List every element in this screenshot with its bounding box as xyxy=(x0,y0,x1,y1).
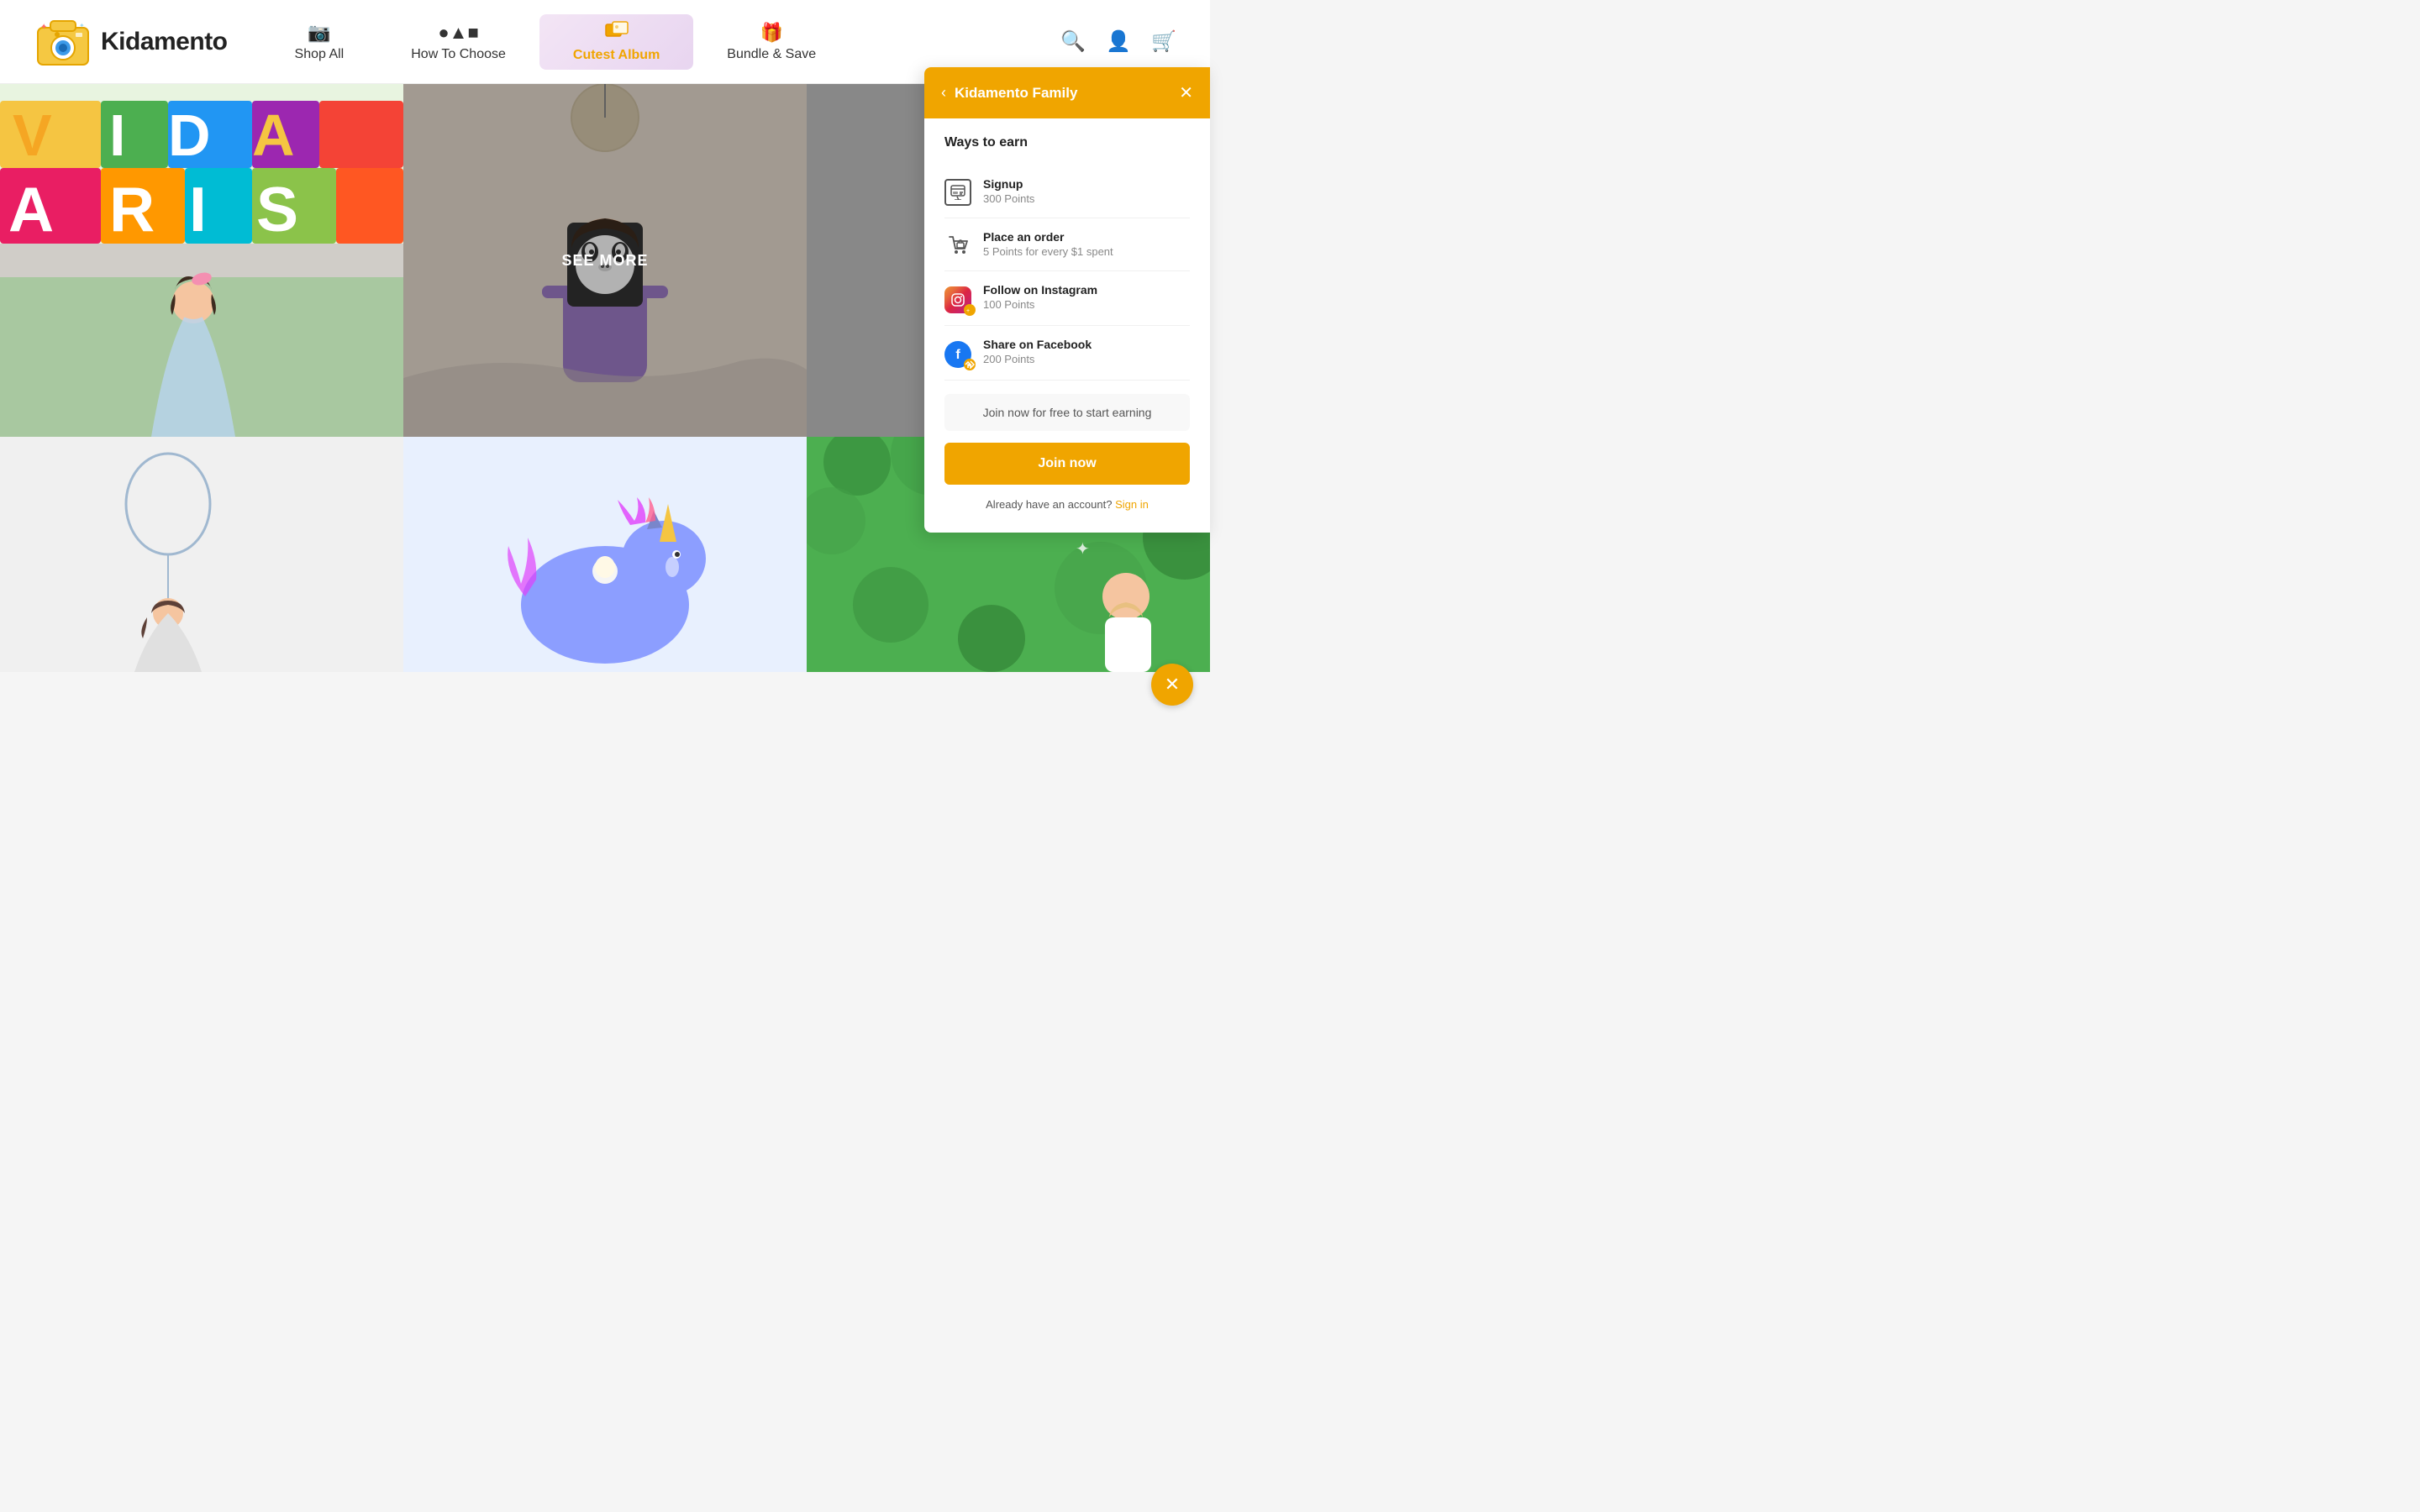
earn-points-order: 5 Points for every $1 spent xyxy=(983,245,1113,258)
see-more-overlay[interactable]: SEE MORE xyxy=(403,84,807,437)
svg-text:✦: ✦ xyxy=(40,23,47,32)
panel-close-icon[interactable]: ✕ xyxy=(1179,82,1193,103)
logo-icon: ✦ ✦ xyxy=(34,13,92,71)
join-promo-box: Join now for free to start earning xyxy=(944,394,1190,431)
nav-label-cutest-album: Cutest Album xyxy=(573,48,660,63)
ways-to-earn-title: Ways to earn xyxy=(944,135,1190,150)
panel-body: Ways to earn Signup 300 Points xyxy=(924,118,1210,533)
earn-item-instagram: + Follow on Instagram 100 Points xyxy=(944,271,1190,326)
panel-back-icon[interactable]: ‹ xyxy=(941,84,946,102)
panel-header-left: ‹ Kidamento Family xyxy=(941,84,1077,102)
photo-cell-1[interactable]: V I D A A R I S xyxy=(0,84,403,437)
search-icon[interactable]: 🔍 xyxy=(1060,29,1086,54)
cart-icon[interactable]: 🛒 xyxy=(1151,29,1176,54)
nav-label-how-to-choose: How To Choose xyxy=(411,47,506,62)
user-icon[interactable]: 👤 xyxy=(1106,29,1131,54)
earn-text-facebook: Share on Facebook 200 Points xyxy=(983,338,1092,365)
nav-item-how-to-choose[interactable]: ●▲■ How To Choose xyxy=(377,22,539,62)
earn-text-order: Place an order 5 Points for every $1 spe… xyxy=(983,230,1113,258)
photo-cell-4[interactable] xyxy=(0,437,403,672)
earn-text-signup: Signup 300 Points xyxy=(983,177,1034,205)
earn-item-facebook: f Share on Facebook 200 Points xyxy=(944,326,1190,381)
nav-item-cutest-album[interactable]: Cutest Album xyxy=(539,14,693,70)
svg-text:R: R xyxy=(109,174,155,244)
nav-links: 📷 Shop All ●▲■ How To Choose Cutest Albu… xyxy=(261,14,1061,70)
see-more-text: SEE MORE xyxy=(561,252,648,270)
earn-label-facebook: Share on Facebook xyxy=(983,338,1092,351)
signup-icon xyxy=(944,179,971,206)
album-nav-icon xyxy=(605,21,629,45)
svg-text:I: I xyxy=(189,174,207,244)
gift-nav-icon: 🎁 xyxy=(760,22,783,44)
svg-text:I: I xyxy=(109,102,125,168)
order-icon xyxy=(944,232,971,259)
already-account-text: Already have an account? Sign in xyxy=(944,498,1190,516)
nav-item-shop-all[interactable]: 📷 Shop All xyxy=(261,22,378,62)
svg-text:D: D xyxy=(168,102,211,168)
photo-cell-2[interactable]: SEE MORE xyxy=(403,84,807,437)
nav-label-shop-all: Shop All xyxy=(295,47,345,62)
camera-nav-icon: 📷 xyxy=(308,22,330,44)
svg-text:A: A xyxy=(252,102,295,168)
earn-text-instagram: Follow on Instagram 100 Points xyxy=(983,283,1097,311)
earn-item-signup: Signup 300 Points xyxy=(944,165,1190,218)
svg-text:A: A xyxy=(8,174,54,244)
sign-in-link[interactable]: Sign in xyxy=(1115,498,1149,511)
svg-text:✦: ✦ xyxy=(79,22,85,29)
logo-text: Kidamento xyxy=(101,28,228,56)
nav-item-bundle-save[interactable]: 🎁 Bundle & Save xyxy=(693,22,850,62)
earn-label-instagram: Follow on Instagram xyxy=(983,283,1097,297)
svg-text:S: S xyxy=(256,174,298,244)
earn-points-signup: 300 Points xyxy=(983,192,1034,205)
svg-text:+: + xyxy=(966,308,970,314)
svg-text:V: V xyxy=(13,102,52,168)
earn-label-signup: Signup xyxy=(983,177,1034,191)
join-now-button[interactable]: Join now xyxy=(944,443,1190,485)
nav-right-icons: 🔍 👤 🛒 xyxy=(1060,29,1176,54)
panel-title: Kidamento Family xyxy=(955,85,1077,102)
join-promo-text: Join now for free to start earning xyxy=(983,406,1152,419)
floating-close-button[interactable]: ✕ xyxy=(1151,664,1193,706)
already-account-label: Already have an account? xyxy=(986,498,1112,511)
nav-label-bundle-save: Bundle & Save xyxy=(727,47,816,62)
reward-panel: ‹ Kidamento Family ✕ Ways to earn Signu xyxy=(924,67,1210,533)
earn-label-order: Place an order xyxy=(983,230,1113,244)
svg-text:✦: ✦ xyxy=(1076,540,1090,559)
earn-points-facebook: 200 Points xyxy=(983,353,1092,365)
shapes-nav-icon: ●▲■ xyxy=(438,22,478,44)
earn-item-order: Place an order 5 Points for every $1 spe… xyxy=(944,218,1190,271)
panel-header: ‹ Kidamento Family ✕ xyxy=(924,67,1210,118)
floating-close-icon: ✕ xyxy=(1165,674,1180,696)
photo-cell-5[interactable] xyxy=(403,437,807,672)
earn-points-instagram: 100 Points xyxy=(983,298,1097,311)
logo-area[interactable]: ✦ ✦ Kidamento xyxy=(34,13,228,71)
